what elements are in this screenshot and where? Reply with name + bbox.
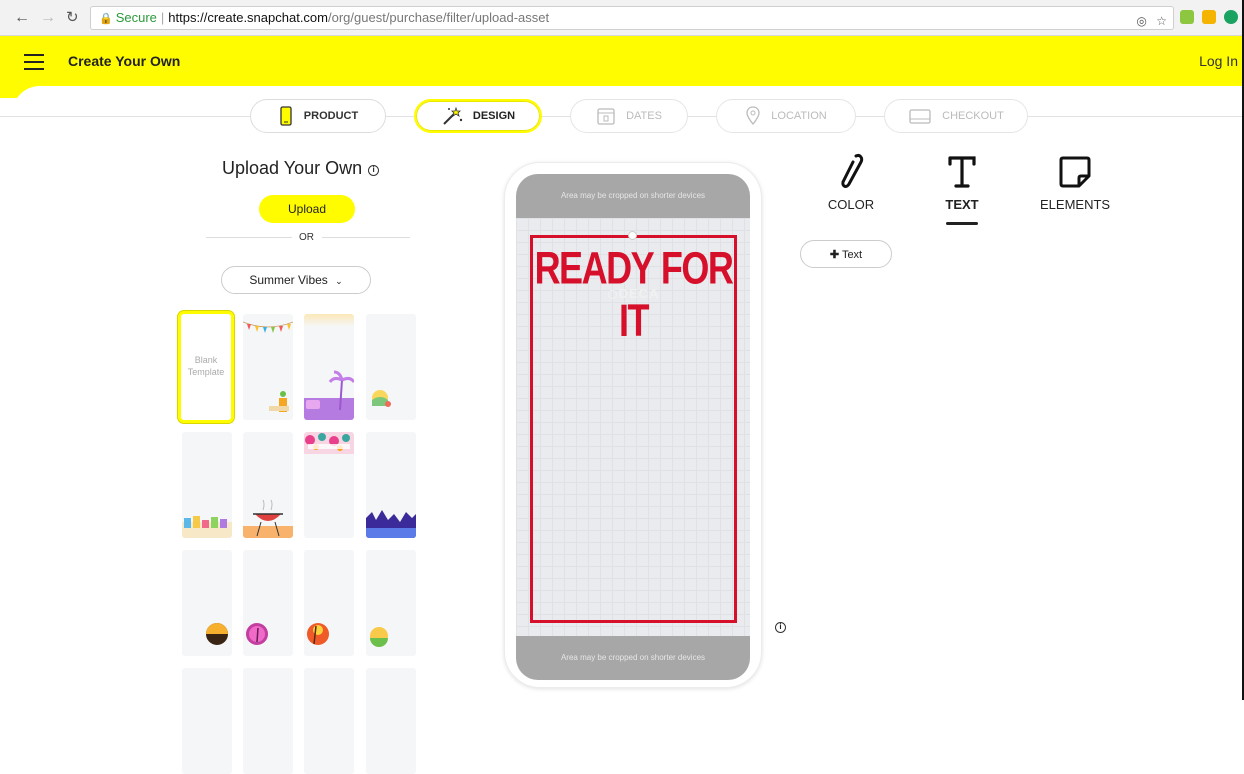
template-pink-palms[interactable] (243, 550, 293, 656)
location-target-icon[interactable]: ◎ (1136, 14, 1146, 28)
template-row4-4[interactable] (366, 668, 416, 774)
template-night-skyline[interactable] (366, 432, 416, 538)
add-text-label: Text (841, 248, 863, 261)
crop-notice-bottom: Area may be cropped on shorter devices (516, 636, 750, 680)
lock-icon: 🔒 (99, 13, 113, 25)
app-title: Create Your Own (68, 53, 181, 69)
template-green-field[interactable] (366, 550, 416, 656)
text-tool-icon (948, 156, 976, 188)
template-ice-cream[interactable] (182, 432, 232, 538)
rotate-handle[interactable] (628, 231, 637, 240)
subline-value: DECA (618, 286, 660, 301)
skyline-icon (366, 510, 416, 538)
bookmark-star-icon[interactable]: ☆ (1156, 14, 1167, 28)
browser-toolbar: ← → ↻ 🔒 Secure | https://create.snapchat.co… (0, 0, 1244, 36)
tool-elements-label: ELEMENTS (1040, 197, 1111, 212)
step-design[interactable]: DESIGN (414, 99, 542, 133)
category-dropdown-value: Summer Vibes (249, 273, 328, 287)
preview-info-icon[interactable]: i (775, 622, 786, 633)
tool-color[interactable]: COLOR (826, 150, 876, 212)
step-location[interactable]: LOCATION (716, 99, 856, 133)
address-bar[interactable]: 🔒 Secure | https://create.snapchat.com/org/… (90, 6, 1174, 30)
orange-palm-circle-icon (307, 623, 329, 645)
calendar-icon (597, 108, 615, 125)
divider-right (322, 237, 410, 238)
template-orange-palm[interactable] (304, 550, 354, 656)
green-field-circle-icon (370, 627, 388, 647)
template-palm-sunset[interactable] (304, 314, 354, 420)
template-blank[interactable]: Blank Template (178, 311, 234, 423)
template-bbq[interactable] (243, 432, 293, 538)
upload-button[interactable]: Upload (259, 195, 355, 223)
magic-wand-icon (443, 106, 463, 125)
url-host: https://create.snapchat.com (168, 10, 328, 25)
sticker-icon (1059, 156, 1091, 188)
template-bunting-beach[interactable] (243, 314, 293, 420)
reload-icon[interactable]: ↻ (66, 8, 79, 28)
extension-folder-icon[interactable] (1202, 10, 1216, 24)
back-arrow-icon[interactable]: ← (14, 8, 30, 28)
phone-icon (280, 106, 292, 126)
blank-template-label: Blank Template (187, 355, 225, 377)
hamburger-menu-icon[interactable] (24, 54, 44, 70)
category-dropdown[interactable]: Summer Vibes ⌄ (221, 266, 371, 294)
pink-palm-circle-icon (246, 623, 268, 645)
bunting-drink-icon (243, 321, 293, 412)
or-label: OR (299, 232, 314, 243)
template-floral-banner[interactable] (304, 432, 354, 538)
ice-cream-row-icon (182, 516, 232, 538)
plus-icon: ✚ (829, 248, 840, 261)
template-row4-2[interactable] (243, 668, 293, 774)
tool-text-label: TEXT (945, 197, 979, 212)
template-row4-3[interactable] (304, 668, 354, 774)
beach-sticker-icon (372, 390, 391, 407)
credit-card-icon (909, 109, 931, 124)
step-checkout-label: CHECKOUT (942, 110, 1004, 122)
circle-logo-icon (607, 290, 617, 299)
step-design-label: DESIGN (472, 110, 516, 122)
template-sunset-circle[interactable] (182, 550, 232, 656)
floral-banner-icon (304, 432, 354, 454)
chevron-down-icon: ⌄ (335, 276, 343, 286)
bbq-grill-icon (243, 499, 293, 538)
tool-text[interactable]: TEXT (938, 150, 986, 212)
step-product[interactable]: PRODUCT (250, 99, 386, 133)
url-path: /org/guest/purchase/filter/upload-asset (328, 10, 550, 25)
sunset-circle-icon (206, 623, 228, 645)
info-icon[interactable]: i (368, 165, 380, 176)
palm-van-icon (304, 370, 354, 420)
step-checkout[interactable]: CHECKOUT (884, 99, 1028, 133)
extension-leaf-icon[interactable] (1180, 10, 1194, 24)
step-dates-label: DATES (626, 110, 662, 122)
extension-drop-icon[interactable] (1224, 10, 1238, 24)
paperclip-pen-icon (841, 154, 864, 188)
secure-label: Secure (115, 10, 157, 25)
add-text-button[interactable]: ✚ Text (800, 240, 892, 268)
divider-left (206, 237, 292, 238)
location-pin-icon (746, 106, 760, 125)
crop-notice-top: Area may be cropped on shorter devices (516, 174, 750, 218)
step-dates[interactable]: DATES (570, 99, 688, 133)
step-product-label: PRODUCT (303, 110, 359, 122)
login-link[interactable]: Log In (1199, 53, 1238, 69)
template-row4-1[interactable] (182, 668, 232, 774)
upload-title: Upload Your Own i (222, 158, 380, 179)
tool-elements[interactable]: ELEMENTS (1040, 150, 1110, 212)
step-location-label: LOCATION (771, 110, 827, 122)
tool-color-label: COLOR (827, 197, 875, 212)
forward-arrow-icon[interactable]: → (40, 8, 56, 28)
subline-text[interactable]: DECA (530, 286, 737, 301)
template-beach-sticker[interactable] (366, 314, 416, 420)
active-tool-underline (946, 222, 978, 225)
upload-title-text: Upload Your Own (222, 158, 363, 178)
